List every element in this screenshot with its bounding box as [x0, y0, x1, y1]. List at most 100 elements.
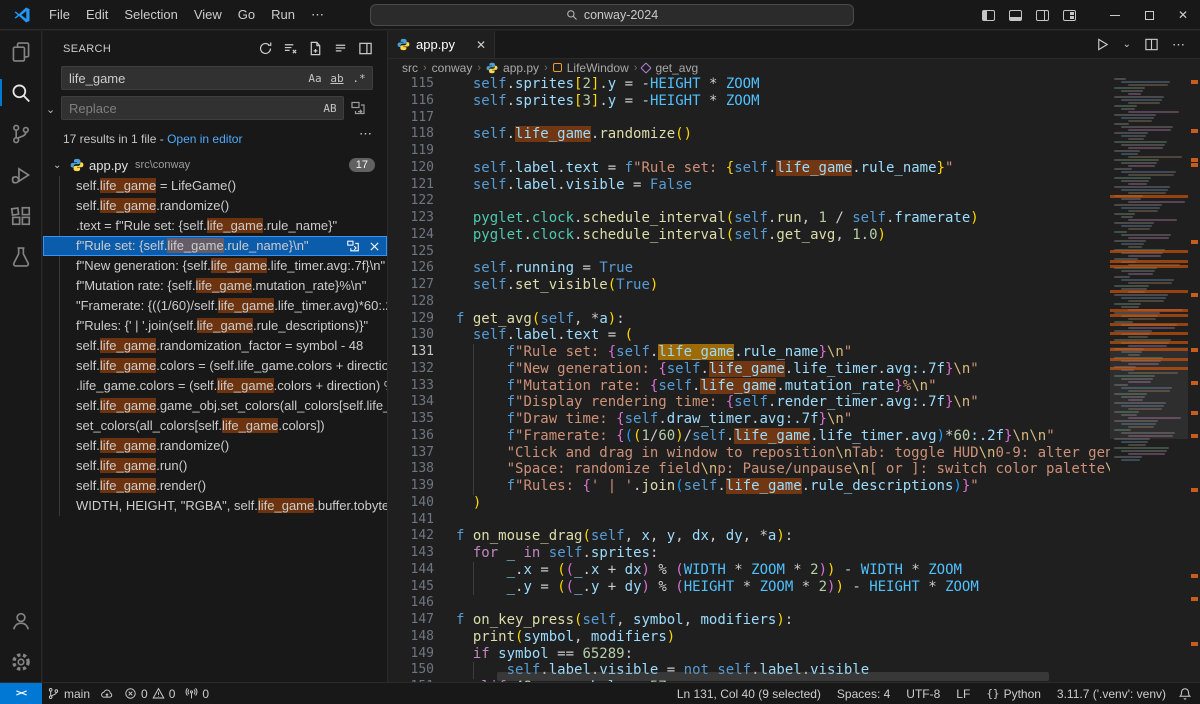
- maximize-button[interactable]: [1132, 0, 1166, 30]
- remote-indicator[interactable]: ><: [0, 683, 42, 704]
- line-number[interactable]: 125: [389, 244, 447, 261]
- search-result-row[interactable]: .life_game.colors = (self.life_game.colo…: [43, 376, 387, 396]
- line-number[interactable]: 131: [389, 344, 447, 361]
- sidebar-item-run-debug[interactable]: [0, 154, 41, 195]
- menu-edit[interactable]: Edit: [78, 0, 116, 30]
- run-dropdown-icon[interactable]: ⌄: [1123, 39, 1131, 50]
- line-number[interactable]: 119: [389, 143, 447, 160]
- line-number[interactable]: 116: [389, 93, 447, 110]
- line-number[interactable]: 143: [389, 545, 447, 562]
- line-number[interactable]: 140: [389, 495, 447, 512]
- search-result-row[interactable]: self.life_game.game_obj.set_colors(all_c…: [43, 396, 387, 416]
- line-number[interactable]: 121: [389, 177, 447, 194]
- indentation-status[interactable]: Spaces: 4: [833, 687, 894, 701]
- overview-ruler[interactable]: [1188, 76, 1200, 682]
- line-number[interactable]: 123: [389, 210, 447, 227]
- split-editor-icon[interactable]: [1144, 37, 1159, 52]
- open-in-editor-icon[interactable]: [358, 41, 373, 56]
- line-number[interactable]: 142: [389, 528, 447, 545]
- command-center-search[interactable]: conway-2024: [370, 4, 854, 26]
- search-result-row[interactable]: set_colors(all_colors[self.life_game.col…: [43, 416, 387, 436]
- result-file-row[interactable]: ⌄ app.py src\conway 17: [43, 154, 387, 176]
- settings-button[interactable]: [0, 641, 41, 682]
- breadcrumb-method[interactable]: get_avg: [655, 61, 698, 75]
- match-case-icon[interactable]: Aa: [305, 68, 325, 88]
- line-number[interactable]: 127: [389, 277, 447, 294]
- toggle-secondary-sidebar-icon[interactable]: [1036, 10, 1049, 21]
- tab-app-py[interactable]: app.py ✕: [389, 31, 495, 58]
- dismiss-icon[interactable]: [368, 240, 381, 253]
- account-button[interactable]: [0, 600, 41, 641]
- line-number[interactable]: 137: [389, 445, 447, 462]
- horizontal-scrollbar[interactable]: [459, 672, 1100, 681]
- minimize-button[interactable]: [1098, 0, 1132, 30]
- line-number[interactable]: 132: [389, 361, 447, 378]
- line-number[interactable]: 133: [389, 378, 447, 395]
- search-result-row[interactable]: self.life_game.colors = (self.life_game.…: [43, 356, 387, 376]
- line-number[interactable]: 124: [389, 227, 447, 244]
- line-number[interactable]: 141: [389, 512, 447, 529]
- branch-status[interactable]: main: [42, 683, 119, 704]
- refresh-icon[interactable]: [258, 41, 273, 56]
- language-status[interactable]: {}Python: [982, 687, 1045, 701]
- replace-all-icon[interactable]: [350, 100, 366, 116]
- search-result-row[interactable]: self.life_game.randomize(): [43, 436, 387, 456]
- search-result-row[interactable]: self.life_game.render(): [43, 476, 387, 496]
- line-number[interactable]: 130: [389, 327, 447, 344]
- line-number[interactable]: 150: [389, 662, 447, 679]
- search-result-row[interactable]: f"Rule set: {self.life_game.rule_name}\n…: [43, 236, 387, 256]
- line-number[interactable]: 145: [389, 579, 447, 596]
- sidebar-item-source-control[interactable]: [0, 113, 41, 154]
- line-number[interactable]: 118: [389, 126, 447, 143]
- line-number[interactable]: 147: [389, 612, 447, 629]
- eol-status[interactable]: LF: [952, 687, 974, 701]
- menu-more[interactable]: ⋯: [303, 0, 332, 30]
- close-window-button[interactable]: ✕: [1166, 0, 1200, 30]
- code-editor[interactable]: 115 self.sprites[2].y = -HEIGHT * ZOOM11…: [389, 76, 1200, 682]
- menu-view[interactable]: View: [186, 0, 230, 30]
- menu-go[interactable]: Go: [230, 0, 263, 30]
- line-number[interactable]: 149: [389, 646, 447, 663]
- search-result-row[interactable]: WIDTH, HEIGHT, "RGBA", self.life_game.bu…: [43, 496, 387, 516]
- encoding-status[interactable]: UTF-8: [902, 687, 944, 701]
- line-number[interactable]: 138: [389, 461, 447, 478]
- search-input[interactable]: life_game Aa ab .*: [61, 66, 373, 90]
- search-result-row[interactable]: "Framerate: {((1/60)/self.life_game.life…: [43, 296, 387, 316]
- breadcrumb-conway[interactable]: conway: [432, 61, 473, 75]
- line-number[interactable]: 136: [389, 428, 447, 445]
- line-number[interactable]: 146: [389, 595, 447, 612]
- line-number[interactable]: 144: [389, 562, 447, 579]
- line-number[interactable]: 139: [389, 478, 447, 495]
- sidebar-item-extensions[interactable]: [0, 195, 41, 236]
- minimap[interactable]: [1110, 76, 1188, 682]
- line-number[interactable]: 117: [389, 110, 447, 127]
- breadcrumb-class[interactable]: LifeWindow: [567, 61, 629, 75]
- regex-icon[interactable]: .*: [349, 68, 369, 88]
- breadcrumb-src[interactable]: src: [402, 61, 418, 75]
- search-result-row[interactable]: .text = f"Rule set: {self.life_game.rule…: [43, 216, 387, 236]
- search-result-row[interactable]: self.life_game.randomize(): [43, 196, 387, 216]
- menu-file[interactable]: File: [41, 0, 78, 30]
- replace-icon[interactable]: [346, 239, 360, 253]
- ports-status[interactable]: 0: [180, 683, 214, 704]
- line-number[interactable]: 120: [389, 160, 447, 177]
- line-number[interactable]: 148: [389, 629, 447, 646]
- line-number[interactable]: 129: [389, 311, 447, 328]
- cursor-position-status[interactable]: Ln 131, Col 40 (9 selected): [673, 687, 825, 701]
- line-number[interactable]: 122: [389, 193, 447, 210]
- toggle-panel-icon[interactable]: [1009, 10, 1022, 21]
- search-result-row[interactable]: f"Rules: {' | '.join(self.life_game.rule…: [43, 316, 387, 336]
- preserve-case-icon[interactable]: AB: [320, 98, 340, 118]
- search-result-row[interactable]: self.life_game.run(): [43, 456, 387, 476]
- tab-close-icon[interactable]: ✕: [476, 38, 486, 52]
- line-number[interactable]: 115: [389, 76, 447, 93]
- sidebar-item-search[interactable]: [0, 72, 41, 113]
- line-number[interactable]: 135: [389, 411, 447, 428]
- menu-selection[interactable]: Selection: [116, 0, 185, 30]
- open-in-editor-link[interactable]: Open in editor: [167, 132, 242, 146]
- line-number[interactable]: 126: [389, 260, 447, 277]
- replace-input[interactable]: Replace AB: [61, 96, 344, 120]
- search-result-row[interactable]: self.life_game = LifeGame(): [43, 176, 387, 196]
- whole-word-icon[interactable]: ab: [327, 68, 347, 88]
- breadcrumb-file[interactable]: app.py: [503, 61, 539, 75]
